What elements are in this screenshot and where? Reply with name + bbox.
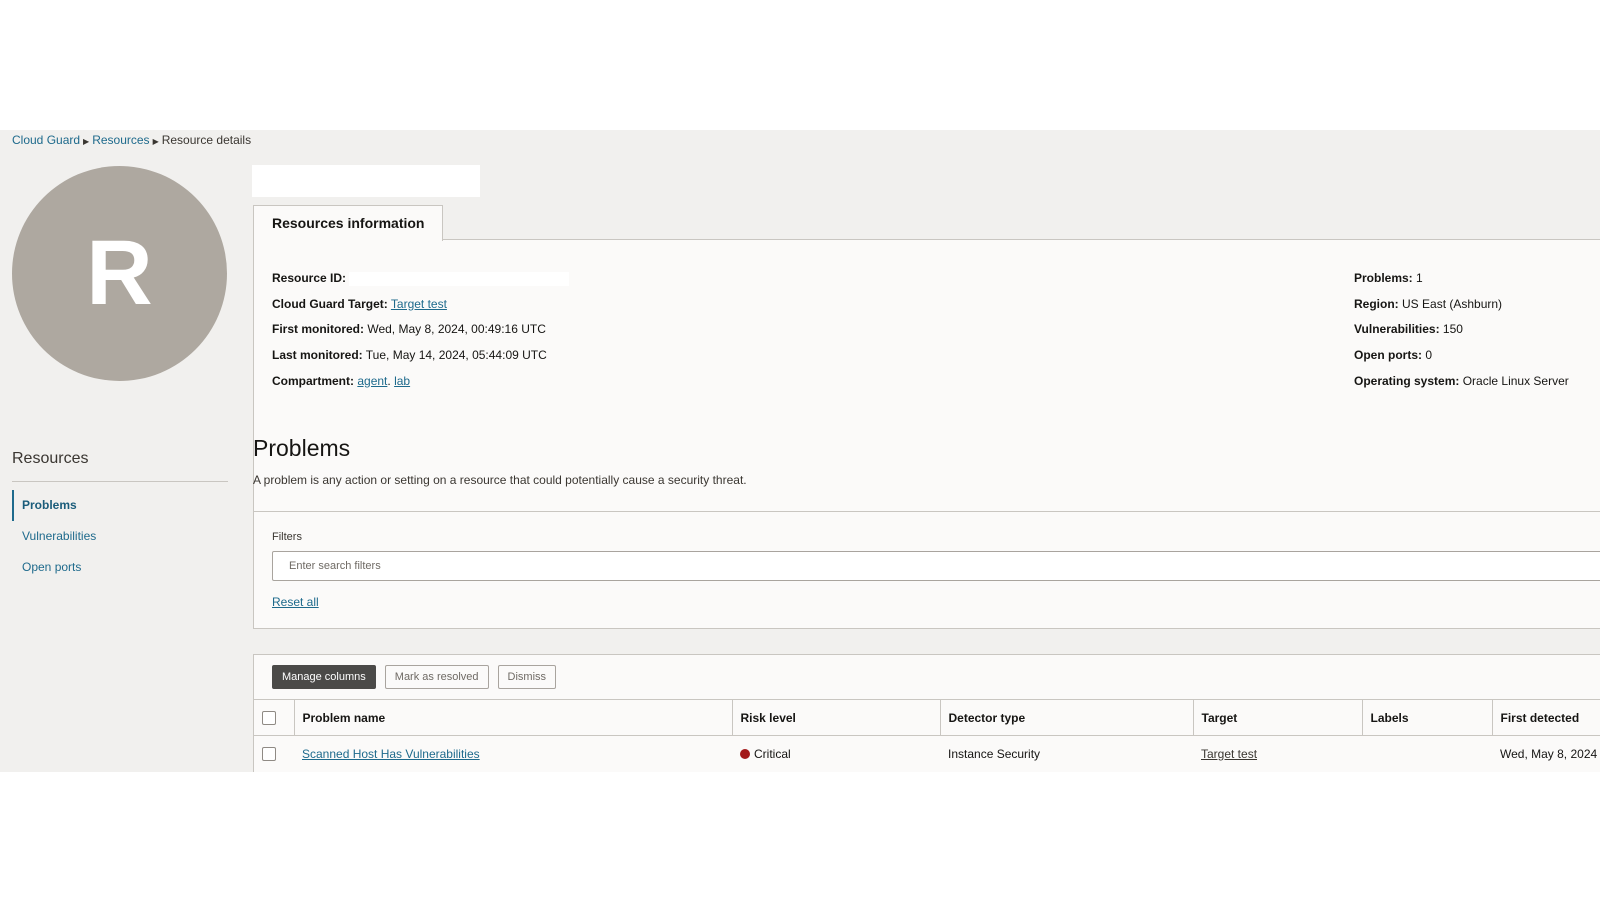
breadcrumb-separator-icon: ▶	[83, 137, 90, 146]
risk-level-text: Critical	[754, 747, 791, 761]
tab-resources-information[interactable]: Resources information	[253, 205, 444, 241]
resource-avatar: R	[12, 166, 227, 381]
column-header-risk-level[interactable]: Risk level	[732, 699, 941, 736]
column-header-problem-name[interactable]: Problem name	[294, 699, 733, 736]
breadcrumb-current: Resource details	[161, 133, 252, 147]
info-value: Oracle Linux Server	[1462, 373, 1569, 388]
table-toolbar: Manage columns Mark as resolved Dismiss	[272, 665, 557, 689]
sidebar-item-problems[interactable]: Problems	[12, 490, 228, 521]
breadcrumb-separator-icon: ▶	[152, 137, 159, 146]
detector-type-cell: Instance Security	[948, 747, 1041, 761]
info-row-target: Cloud Guard Target: Target test	[272, 291, 569, 317]
avatar-letter: R	[86, 222, 153, 324]
info-row-compartment: Compartment: agent. lab	[272, 368, 569, 394]
target-cell: Target test	[1193, 736, 1362, 773]
critical-status-icon	[740, 749, 750, 759]
sidebar-item-open-ports[interactable]: Open ports	[12, 552, 228, 583]
info-value: 150	[1442, 322, 1463, 337]
problems-heading: Problems	[253, 435, 351, 461]
info-label: Cloud Guard Target:	[272, 296, 388, 311]
first-detected-cell: Wed, May 8, 2024	[1500, 747, 1598, 761]
problem-name-link[interactable]: Scanned Host Has Vulnerabilities	[302, 747, 480, 761]
column-header-detector-type[interactable]: Detector type	[940, 699, 1194, 736]
table-header-row: Problem name Risk level Detector type Ta…	[254, 699, 1600, 736]
info-row-vulnerabilities: Vulnerabilities: 150	[1354, 316, 1569, 342]
info-row-region: Region: US East (Ashburn)	[1354, 291, 1569, 317]
select-all-cell	[254, 699, 295, 736]
table-row: Scanned Host Has Vulnerabilities Critica…	[254, 736, 1600, 773]
info-label: Last monitored:	[272, 348, 363, 363]
info-value: 0	[1425, 348, 1433, 363]
compartment-lab-link[interactable]: lab	[394, 374, 410, 388]
problems-table-panel: Manage columns Mark as resolved Dismiss …	[253, 654, 1600, 772]
column-header-labels[interactable]: Labels	[1362, 699, 1493, 736]
risk-level-cell: Critical	[732, 736, 940, 773]
sidebar-divider	[12, 481, 228, 482]
compartment-separator: .	[387, 373, 391, 388]
labels-cell	[1362, 736, 1492, 773]
sidebar-nav: Problems Vulnerabilities Open ports	[12, 490, 228, 583]
info-row-open-ports: Open ports: 0	[1354, 342, 1569, 368]
info-value: US East (Ashburn)	[1402, 296, 1503, 311]
info-value: 1	[1416, 271, 1423, 285]
reset-all-link[interactable]: Reset all	[272, 595, 319, 609]
row-checkbox[interactable]	[262, 747, 276, 762]
row-target-link[interactable]: Target test	[1201, 747, 1257, 761]
info-label: Vulnerabilities:	[1354, 322, 1440, 337]
info-label: Resource ID:	[272, 271, 347, 285]
mark-as-resolved-button[interactable]: Mark as resolved	[384, 665, 489, 689]
problems-description: A problem is any action or setting on a …	[253, 473, 747, 487]
resource-id-redacted	[349, 271, 570, 286]
info-label: Operating system:	[1354, 373, 1460, 388]
filters-panel: Filters Reset all	[253, 511, 1600, 629]
select-all-checkbox[interactable]	[262, 710, 276, 725]
info-right-column: Problems: 1 Region: US East (Ashburn) Vu…	[1354, 265, 1569, 393]
info-row-resource-id: Resource ID:	[272, 265, 570, 291]
info-label: Compartment:	[272, 373, 355, 388]
filters-label: Filters	[272, 531, 302, 543]
info-row-problems: Problems: 1	[1354, 265, 1569, 291]
column-header-first-detected[interactable]: First detected	[1492, 699, 1600, 736]
info-row-first-monitored: First monitored: Wed, May 8, 2024, 00:49…	[272, 316, 569, 342]
manage-columns-button[interactable]: Manage columns	[272, 665, 376, 689]
breadcrumb-cloud-guard[interactable]: Cloud Guard	[12, 133, 80, 147]
info-label: Problems:	[1354, 271, 1413, 285]
search-filters-input[interactable]	[272, 551, 1600, 581]
info-label: Region:	[1354, 296, 1399, 311]
breadcrumb-resources[interactable]: Resources	[92, 133, 149, 147]
info-label: First monitored:	[272, 322, 364, 337]
info-row-last-monitored: Last monitored: Tue, May 14, 2024, 05:44…	[272, 342, 569, 368]
info-value: Tue, May 14, 2024, 05:44:09 UTC	[365, 348, 547, 363]
breadcrumb: Cloud Guard ▶ Resources ▶ Resource details	[12, 133, 251, 147]
compartment-agent-link[interactable]: agent	[357, 374, 387, 388]
sidebar-title: Resources	[12, 450, 89, 467]
sidebar-item-vulnerabilities[interactable]: Vulnerabilities	[12, 521, 228, 552]
problems-table: Problem name Risk level Detector type Ta…	[254, 699, 1600, 772]
info-left-column: Resource ID: Cloud Guard Target: Target …	[272, 265, 570, 394]
column-header-target[interactable]: Target	[1193, 699, 1363, 736]
info-label: Open ports:	[1354, 348, 1422, 363]
row-select-cell	[254, 736, 294, 773]
dismiss-button[interactable]: Dismiss	[497, 665, 557, 689]
target-link[interactable]: Target test	[391, 297, 447, 311]
resource-name-redacted	[252, 165, 480, 197]
problem-name-cell: Scanned Host Has Vulnerabilities	[294, 736, 732, 773]
cloud-guard-resource-details: Cloud Guard ▶ Resources ▶ Resource details R…	[0, 130, 1600, 772]
info-row-operating-system: Operating system: Oracle Linux Server	[1354, 368, 1569, 394]
info-value: Wed, May 8, 2024, 00:49:16 UTC	[367, 322, 546, 337]
